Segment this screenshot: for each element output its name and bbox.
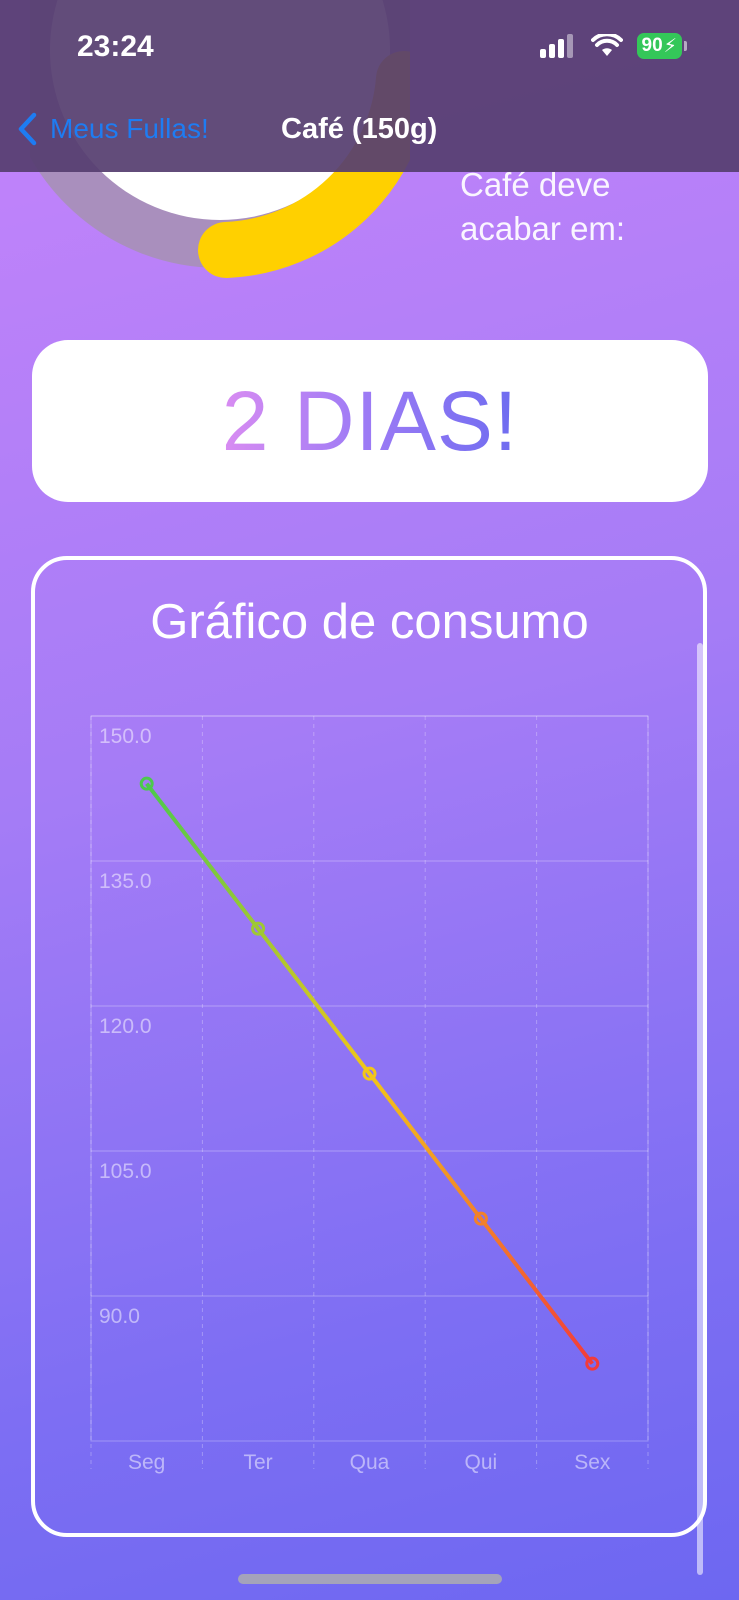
x-tick-label: Qui (465, 1451, 498, 1474)
battery-level: 90 (641, 35, 663, 56)
x-tick-label: Qua (350, 1451, 390, 1474)
page-title: Café (150g) (281, 113, 438, 145)
x-tick-label: Ter (244, 1451, 273, 1474)
status-icons: 90 ⚡ (539, 33, 687, 59)
back-button[interactable]: Meus Fullas! (16, 112, 209, 146)
status-time: 23:24 (77, 30, 154, 63)
cellular-signal-icon (539, 34, 573, 58)
ending-label: Café deve acabar em: (460, 166, 626, 247)
y-tick-label: 120.0 (99, 1015, 152, 1038)
y-tick-label: 105.0 (99, 1160, 152, 1183)
y-tick-label: 90.0 (99, 1305, 140, 1328)
wifi-icon (590, 34, 623, 56)
chevron-left-icon (18, 112, 37, 146)
navigation-bar: 23:24 90 ⚡ Meus Fullas! Café (150g) (0, 0, 739, 172)
battery-icon: 90 ⚡ (636, 33, 687, 59)
scrollbar[interactable] (697, 643, 703, 1575)
x-tick-label: Seg (128, 1451, 165, 1474)
back-button-label: Meus Fullas! (50, 113, 209, 144)
home-indicator[interactable] (238, 1574, 502, 1584)
y-tick-label: 135.0 (99, 870, 152, 893)
series-line (145, 782, 594, 1365)
x-tick-label: Sex (574, 1451, 611, 1474)
y-tick-label: 150.0 (99, 725, 152, 748)
charging-bolt-icon: ⚡ (663, 35, 677, 57)
